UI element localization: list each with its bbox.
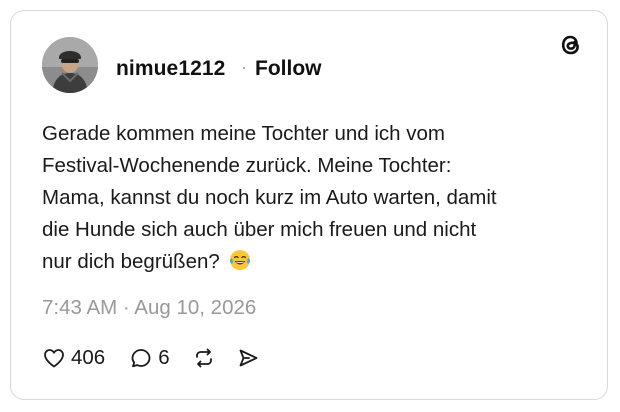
like-button[interactable]: 406 bbox=[42, 346, 105, 370]
repost-icon bbox=[195, 348, 212, 368]
post-text-line: nur dich begrüßen? bbox=[42, 250, 220, 273]
separator-dot: · bbox=[241, 57, 247, 77]
repost-button[interactable] bbox=[192, 346, 216, 370]
share-button[interactable] bbox=[236, 346, 260, 370]
heart-icon bbox=[44, 349, 64, 368]
reply-count: 6 bbox=[158, 346, 170, 369]
like-count: 406 bbox=[71, 346, 106, 369]
avatar[interactable] bbox=[42, 37, 98, 93]
threads-post-card: nimue1212 · Follow Gerade kommen meine T… bbox=[10, 10, 608, 400]
post-text-line-last: nur dich begrüßen? bbox=[42, 246, 582, 278]
reply-button[interactable]: 6 bbox=[129, 346, 170, 370]
face-with-tears-of-joy-icon bbox=[229, 250, 250, 270]
follow-button[interactable]: Follow bbox=[255, 57, 322, 81]
username[interactable]: nimue1212 bbox=[116, 57, 225, 81]
post-timestamp: 7:43 AM · Aug 10, 2026 bbox=[42, 296, 257, 319]
post-text-line: Festival-Wochenende zurück. Meine Tochte… bbox=[42, 154, 452, 177]
post-text-line: Gerade kommen meine Tochter und ich vom bbox=[42, 122, 445, 145]
threads-logo-icon[interactable] bbox=[557, 31, 585, 59]
post-text-line: die Hunde sich auch über mich freuen und… bbox=[42, 218, 477, 241]
action-bar: 406 6 bbox=[42, 343, 260, 373]
post-text: Gerade kommen meine Tochter und ich vom … bbox=[42, 118, 582, 278]
post-text-line: Mama, kannst du noch kurz im Auto warten… bbox=[42, 186, 497, 209]
avatar-image bbox=[42, 37, 98, 93]
speech-bubble-icon bbox=[131, 349, 151, 368]
send-icon bbox=[239, 349, 258, 367]
